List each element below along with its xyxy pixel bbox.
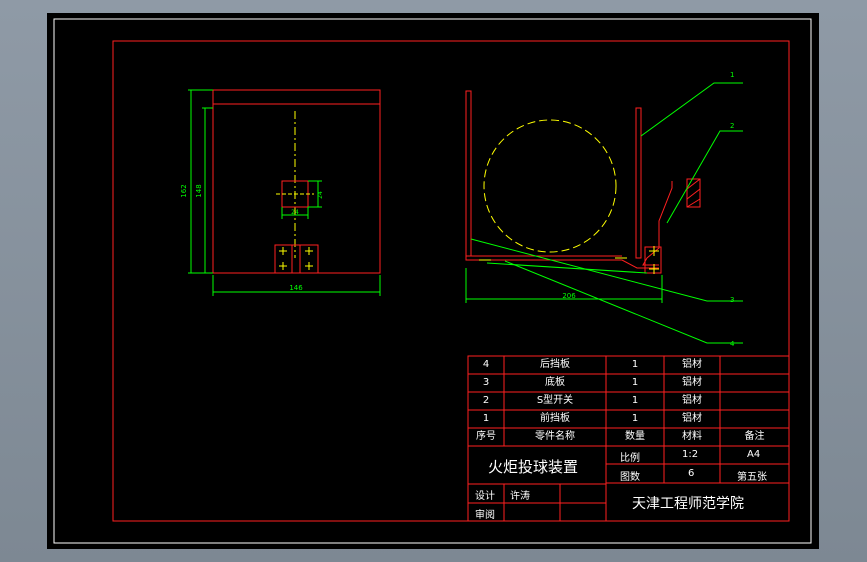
parts-cell-qty: 1 [631, 359, 639, 370]
sheet-number: 第五张 [737, 472, 767, 483]
leader-lines [465, 82, 743, 344]
front-dimensions [188, 89, 381, 296]
dim-side-width: 206 [562, 292, 576, 300]
scale-label: 比例 [620, 453, 640, 464]
parts-cell-qty: 1 [631, 413, 639, 424]
title-text: 火炬投球装置 [488, 458, 579, 476]
switch-arm [642, 181, 673, 266]
callout-1: 1 [730, 71, 734, 79]
parts-cell-material: 铝材 [682, 377, 702, 388]
callout-3: 3 [730, 296, 734, 304]
parts-cell-name: 零件名称 [535, 431, 575, 442]
scale-value: 1:2 [682, 449, 699, 460]
parts-cell-name: 前挡板 [540, 413, 570, 424]
paper-size: A4 [747, 449, 761, 460]
dim-height-inner: 148 [195, 184, 203, 197]
dim-slot-h: 24 [317, 191, 324, 199]
parts-cell-note [720, 392, 789, 410]
design-label: 设计 [475, 491, 495, 502]
callout-4: 4 [730, 340, 735, 348]
parts-cell-qty: 1 [631, 377, 639, 388]
dim-slot-w: 24 [291, 209, 299, 216]
review-label: 审阅 [475, 510, 495, 521]
side-view: 1 2 3 4 206 [465, 71, 743, 348]
cad-viewport[interactable]: 162 148 146 24 24 1 2 3 4 206 4 后挡板 1 铝材… [47, 13, 819, 549]
parts-cell-no: 2 [482, 395, 490, 406]
front-plate [635, 107, 642, 259]
dim-height-outer: 162 [180, 184, 188, 197]
parts-cell-name: 后挡板 [540, 359, 570, 370]
parts-cell-name: 底板 [545, 377, 565, 388]
switch-tab [291, 244, 301, 274]
parts-cell-name: S型开关 [536, 395, 574, 406]
parts-cell-qty: 1 [631, 395, 639, 406]
parts-cell-no: 4 [482, 359, 490, 370]
callout-2: 2 [730, 122, 734, 130]
back-plate [465, 90, 472, 257]
school-name: 天津工程师范学院 [632, 496, 744, 512]
sheets-label: 图数 [620, 472, 640, 483]
designer-name: 许涛 [510, 491, 530, 502]
drawing-canvas: 162 148 146 24 24 1 2 3 4 206 [53, 18, 812, 544]
parts-cell-note: 备注 [744, 431, 765, 442]
parts-cell-material: 材料 [682, 431, 702, 442]
sheets-value: 6 [688, 468, 695, 479]
parts-cell-material: 铝材 [682, 395, 702, 406]
parts-cell-note [720, 374, 789, 392]
parts-cell-note [720, 410, 789, 428]
bolt-marks [279, 247, 313, 270]
parts-table: 4 后挡板 1 铝材 3 底板 1 铝材 2 S型开关 1 铝材 1 前挡板 1 铝材序号 零件名称 数量 材料 备注 [468, 356, 789, 446]
switch-mount [274, 244, 319, 274]
parts-cell-no: 3 [482, 377, 490, 388]
parts-cell-material: 铝材 [682, 413, 702, 424]
parts-cell-qty: 数量 [625, 431, 645, 442]
ball-outline [483, 119, 617, 253]
parts-cell-note [720, 356, 789, 374]
parts-cell-no: 序号 [476, 431, 496, 442]
front-view: 162 148 146 24 24 [180, 89, 381, 296]
switch-hatch [686, 178, 701, 208]
base-plate [465, 256, 659, 269]
parts-cell-no: 1 [482, 413, 490, 424]
parts-cell-material: 铝材 [682, 359, 702, 370]
dim-width: 146 [289, 284, 303, 292]
